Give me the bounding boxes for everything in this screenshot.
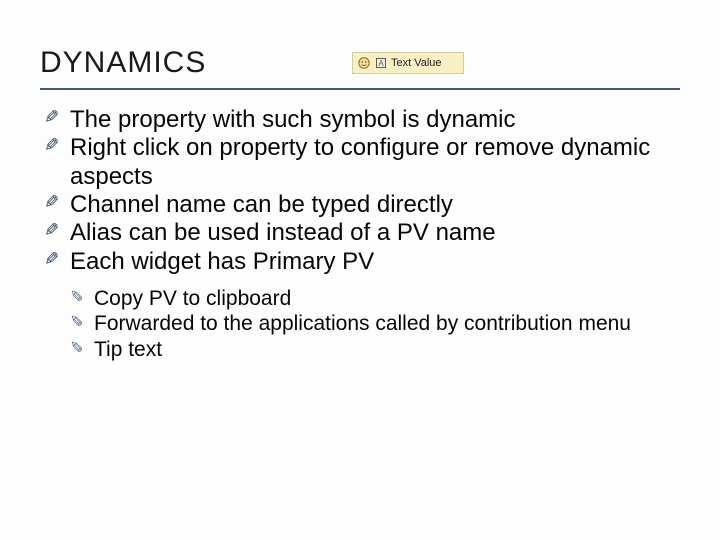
sub-bullet-list: Copy PV to clipboard Forwarded to the ap… (44, 286, 680, 363)
list-item: Right click on property to configure or … (44, 134, 680, 191)
property-example: A Text Value (352, 52, 464, 74)
list-item: Alias can be used instead of a PV name (44, 219, 680, 247)
bullet-list: The property with such symbol is dynamic… (44, 106, 680, 276)
list-item: Tip text (70, 337, 680, 363)
list-item: The property with such symbol is dynamic (44, 106, 680, 134)
dynamic-indicator-icon (357, 56, 371, 70)
text-icon: A (375, 57, 387, 69)
slide-body: The property with such symbol is dynamic… (44, 106, 680, 363)
svg-text:A: A (378, 59, 384, 68)
page-title: DYNAMICS (40, 46, 206, 80)
list-item: Copy PV to clipboard (70, 286, 680, 312)
list-item: Channel name can be typed directly (44, 191, 680, 219)
list-item: Forwarded to the applications called by … (70, 311, 680, 337)
slide: DYNAMICS A Text Value The property with … (0, 0, 720, 540)
property-example-label: Text Value (391, 57, 442, 69)
list-item: Each widget has Primary PV (44, 248, 680, 276)
